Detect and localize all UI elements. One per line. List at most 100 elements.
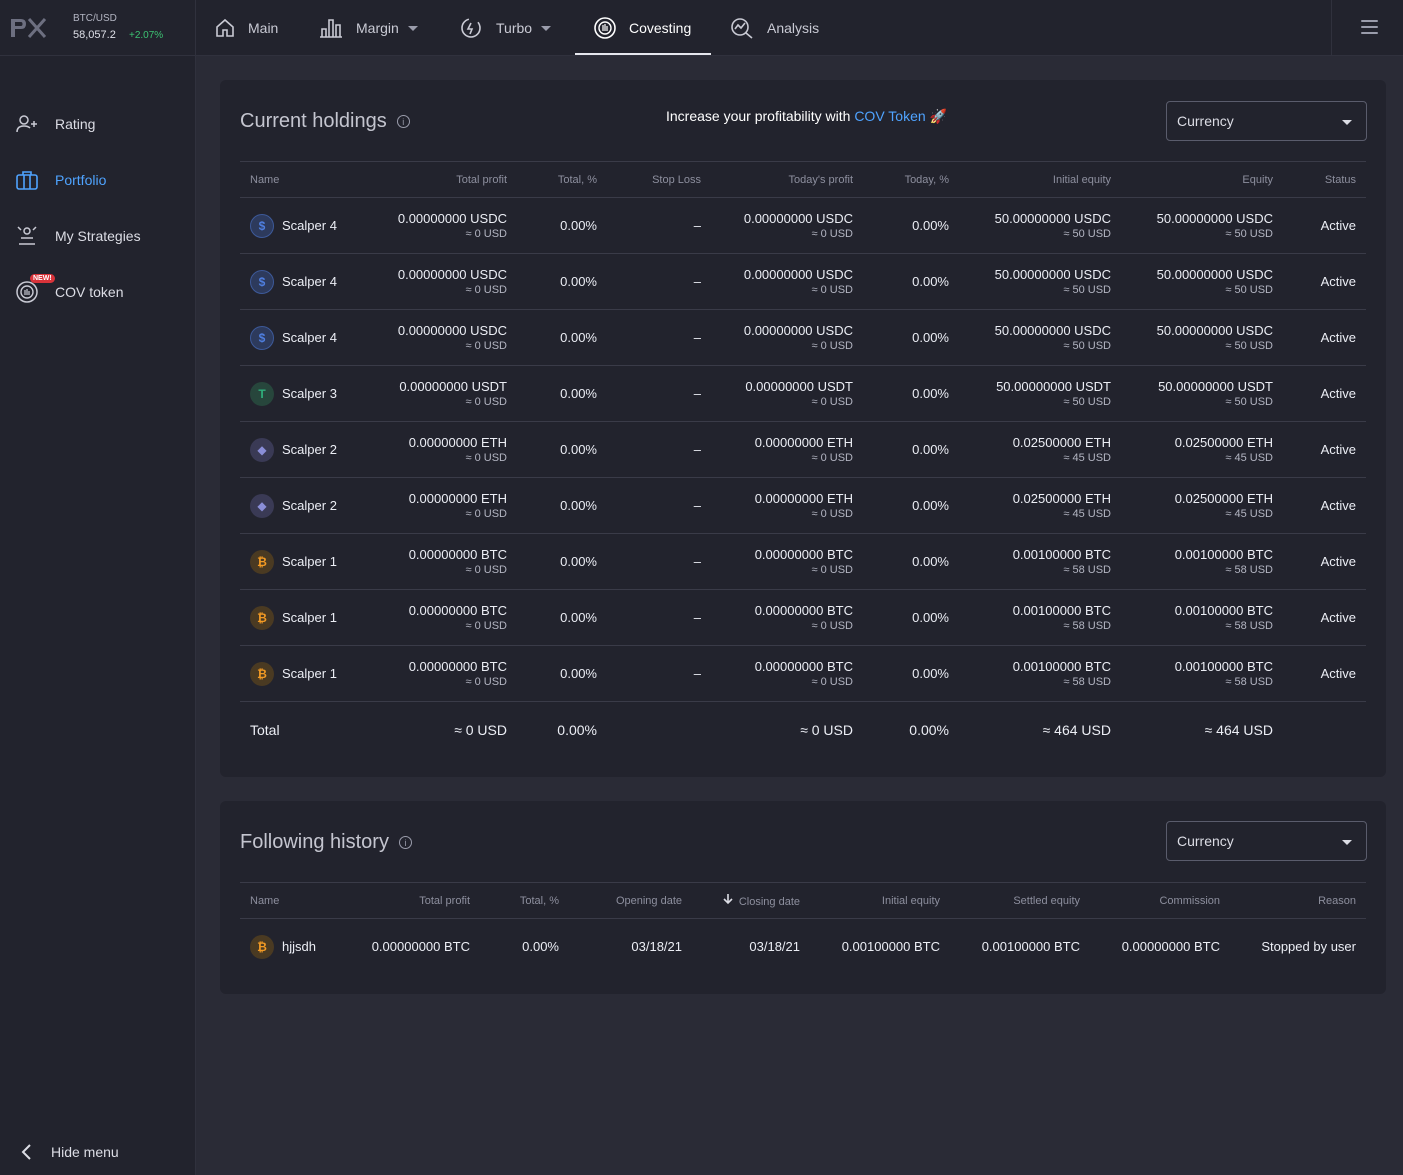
sidebar-item-my-strategies[interactable]: My Strategies xyxy=(0,216,196,256)
column-header[interactable]: Settled equity xyxy=(950,882,1090,919)
px-logo[interactable] xyxy=(9,16,47,40)
total-pct: 0.00% xyxy=(522,939,559,955)
sidebar-item-rating[interactable]: Rating xyxy=(0,104,196,144)
strategy-name: Scalper 4 xyxy=(282,330,337,345)
column-header[interactable]: Stop Loss xyxy=(607,161,711,198)
sidebar-item-cov-token[interactable]: NEW! COV token xyxy=(0,272,196,312)
table-row[interactable]: $ Scalper 4 0.00000000 USDC ≈ 0 USD 0.00% … xyxy=(240,197,1366,254)
today-profit-cell: 0.00000000 BTC ≈ 0 USD xyxy=(711,589,863,646)
strategy-name-cell[interactable]: ₿ Scalper 1 xyxy=(240,533,360,590)
total-profit-usd: ≈ 0 USD xyxy=(465,620,508,632)
stop-loss[interactable]: – xyxy=(607,309,711,366)
current-holdings-card: Current holdings i Increase your profita… xyxy=(220,80,1386,777)
column-header[interactable]: Total profit xyxy=(360,882,480,919)
stop-loss[interactable]: – xyxy=(607,421,711,478)
column-header[interactable]: Name xyxy=(240,882,360,919)
table-row[interactable]: T Scalper 3 0.00000000 USDT ≈ 0 USD 0.00% … xyxy=(240,365,1366,422)
column-header[interactable]: Today, % xyxy=(863,161,959,198)
column-header[interactable]: Total profit xyxy=(360,161,517,198)
column-header[interactable]: Total, % xyxy=(480,882,569,919)
column-header[interactable]: Initial equity xyxy=(959,161,1121,198)
equity-cell: 0.02500000 ETH ≈ 45 USD xyxy=(1121,477,1283,534)
strategy-name-cell[interactable]: $ Scalper 4 xyxy=(240,309,360,366)
strategy-name-cell[interactable]: ₿ Scalper 1 xyxy=(240,645,360,702)
table-row[interactable]: ₿ Scalper 1 0.00000000 BTC ≈ 0 USD 0.00% –… xyxy=(240,533,1366,590)
stop-loss[interactable]: – xyxy=(607,589,711,646)
today-pct: 0.00% xyxy=(863,533,959,590)
hamburger-menu-icon[interactable] xyxy=(1361,20,1378,34)
info-icon[interactable]: i xyxy=(398,836,412,849)
today-profit-usd: ≈ 0 USD xyxy=(811,284,854,296)
stop-loss[interactable]: – xyxy=(607,365,711,422)
column-header[interactable]: Closing date xyxy=(692,882,810,919)
column-header[interactable]: Opening date xyxy=(569,882,692,919)
strategy-name-cell[interactable]: ◆ Scalper 2 xyxy=(240,421,360,478)
column-header[interactable]: Commission xyxy=(1090,882,1230,919)
total-pct: 0.00% xyxy=(517,589,607,646)
total-profit: 0.00000000 BTC xyxy=(408,603,507,618)
sidebar-item-portfolio[interactable]: Portfolio xyxy=(0,160,196,200)
chevron-down-icon xyxy=(407,25,418,31)
column-header[interactable]: Equity xyxy=(1121,161,1283,198)
initial-equity: 0.00100000 BTC xyxy=(1012,603,1111,618)
stop-loss[interactable]: – xyxy=(607,477,711,534)
strategy-name-cell[interactable]: $ Scalper 4 xyxy=(240,197,360,254)
column-header[interactable]: Initial equity xyxy=(810,882,950,919)
currency-select[interactable]: Currency xyxy=(1166,821,1367,861)
ticker-pair[interactable]: BTC/USD xyxy=(73,13,117,24)
column-header[interactable]: Status xyxy=(1283,161,1366,198)
nav-covesting[interactable]: Covesting xyxy=(593,0,691,56)
stop-loss[interactable]: – xyxy=(607,253,711,310)
bar-chart-icon xyxy=(320,19,342,38)
status: Active xyxy=(1283,589,1366,646)
column-header[interactable]: Name xyxy=(240,161,360,198)
initial-equity-cell: 50.00000000 USDC ≈ 50 USD xyxy=(959,197,1121,254)
initial-equity-usd: ≈ 50 USD xyxy=(1063,396,1111,408)
strategy-name-cell[interactable]: ◆ Scalper 2 xyxy=(240,477,360,534)
strategy-name: hjjsdh xyxy=(282,939,316,955)
strategy-name-cell[interactable]: $ Scalper 4 xyxy=(240,253,360,310)
initial-equity-usd: ≈ 58 USD xyxy=(1063,564,1111,576)
total-pct: 0.00% xyxy=(517,477,607,534)
stop-loss[interactable]: – xyxy=(607,197,711,254)
total-today-pct: 0.00% xyxy=(909,721,949,738)
table-row[interactable]: $ Scalper 4 0.00000000 USDC ≈ 0 USD 0.00% … xyxy=(240,253,1366,310)
hide-menu-button[interactable]: Hide menu xyxy=(0,1132,196,1172)
strategy-name-cell[interactable]: ₿ hjjsdh xyxy=(240,919,360,975)
equity-usd: ≈ 58 USD xyxy=(1225,676,1273,688)
nav-turbo[interactable]: Turbo xyxy=(458,0,552,56)
closing-date: 03/18/21 xyxy=(749,939,800,955)
table-row[interactable]: ◆ Scalper 2 0.00000000 ETH ≈ 0 USD 0.00% –… xyxy=(240,421,1366,478)
status: Active xyxy=(1283,365,1366,422)
info-icon[interactable]: i xyxy=(396,115,410,128)
stop-loss[interactable]: – xyxy=(607,645,711,702)
today-profit: 0.00000000 BTC xyxy=(754,659,853,674)
nav-analysis-label: Analysis xyxy=(767,20,820,36)
cov-token-link[interactable]: COV Token xyxy=(854,108,925,124)
nav-main[interactable]: Main xyxy=(214,0,278,56)
nav-margin[interactable]: Margin xyxy=(318,0,418,56)
table-row[interactable]: ₿ Scalper 1 0.00000000 BTC ≈ 0 USD 0.00% –… xyxy=(240,589,1366,646)
promo-banner: Increase your profitability with COV Tok… xyxy=(666,108,947,125)
table-row[interactable]: ₿ hjjsdh 0.00000000 BTC 0.00% 03/18/21 03… xyxy=(240,919,1366,975)
column-header[interactable]: Today's profit xyxy=(711,161,863,198)
today-profit: 0.00000000 ETH xyxy=(754,435,853,450)
status: Active xyxy=(1283,309,1366,366)
sidebar-item-label: Portfolio xyxy=(55,172,107,188)
total-status xyxy=(1283,702,1366,758)
total-profit-usd: ≈ 0 USD xyxy=(465,452,508,464)
initial-equity-usd: ≈ 45 USD xyxy=(1063,452,1111,464)
table-row[interactable]: ₿ Scalper 1 0.00000000 BTC ≈ 0 USD 0.00% –… xyxy=(240,645,1366,702)
table-row[interactable]: ◆ Scalper 2 0.00000000 ETH ≈ 0 USD 0.00% –… xyxy=(240,477,1366,534)
strategies-icon xyxy=(17,226,37,245)
strategy-name-cell[interactable]: ₿ Scalper 1 xyxy=(240,589,360,646)
stop-loss[interactable]: – xyxy=(607,533,711,590)
table-row[interactable]: $ Scalper 4 0.00000000 USDC ≈ 0 USD 0.00% … xyxy=(240,309,1366,366)
commission: 0.00000000 BTC xyxy=(1121,939,1220,955)
column-header[interactable]: Reason xyxy=(1230,882,1366,919)
top-bar: BTC/USD 58,057.2 +2.07% Main Margin Turb… xyxy=(0,0,1403,56)
strategy-name-cell[interactable]: T Scalper 3 xyxy=(240,365,360,422)
nav-analysis[interactable]: Analysis xyxy=(729,0,819,56)
currency-select[interactable]: Currency xyxy=(1166,101,1367,141)
column-header[interactable]: Total, % xyxy=(517,161,607,198)
